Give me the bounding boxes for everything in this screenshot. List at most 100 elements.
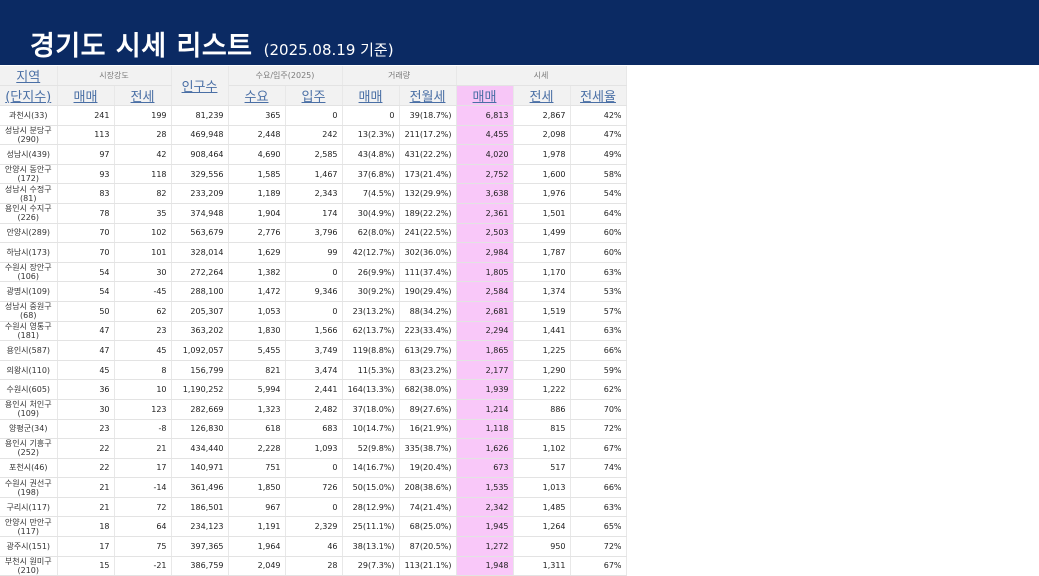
volume-sale-cell: 52(9.8%) bbox=[342, 438, 400, 459]
header-population[interactable]: 인구수 bbox=[171, 66, 229, 106]
table-row[interactable]: 성남시 중원구(68) 50 62 205,307 1,053 0 23(13.2%) 88(… bbox=[0, 301, 627, 322]
volume-sale-cell: 7(4.5%) bbox=[342, 183, 400, 204]
jeonse-ratio-cell: 57% bbox=[570, 301, 627, 322]
population-cell: 234,123 bbox=[171, 516, 229, 538]
table-row[interactable]: 하남시(173) 70 101 328,014 1,629 99 42(12.7%) 302(… bbox=[0, 242, 627, 263]
table-row[interactable]: 의왕시(110) 45 8 156,799 821 3,474 11(5.3%) 83(23.… bbox=[0, 360, 627, 381]
region-cell: 안양시(289) bbox=[0, 223, 58, 244]
price-jeonse-cell: 1,374 bbox=[513, 281, 571, 302]
table-row[interactable]: 용인시 수지구(226) 78 35 374,948 1,904 174 30(4.9%) 1… bbox=[0, 203, 627, 224]
price-jeonse-cell: 1,976 bbox=[513, 183, 571, 204]
table-row[interactable]: 성남시(439) 97 42 908,464 4,690 2,585 43(4.8%) 431… bbox=[0, 144, 627, 165]
volume-rent-cell: 190(29.4%) bbox=[399, 281, 457, 302]
jeonse-ratio-cell: 47% bbox=[570, 125, 627, 146]
price-jeonse-cell: 517 bbox=[513, 458, 571, 479]
market-jeonse-cell: 75 bbox=[114, 536, 172, 557]
volume-sale-cell: 37(6.8%) bbox=[342, 164, 400, 185]
population-cell: 233,209 bbox=[171, 183, 229, 204]
demand-cell: 1,830 bbox=[228, 321, 286, 342]
volume-rent-cell: 335(38.7%) bbox=[399, 438, 457, 459]
price-sale-cell: 2,984 bbox=[456, 242, 514, 263]
population-cell: 186,501 bbox=[171, 497, 229, 518]
table-row[interactable]: 안양시 만안구(117) 18 64 234,123 1,191 2,329 25(11.1… bbox=[0, 516, 627, 538]
table-row[interactable]: 양평군(34) 23 -8 126,830 618 683 10(14.7%) 16(21.9… bbox=[0, 419, 627, 440]
table-row[interactable]: 성남시 분당구(290) 113 28 469,948 2,448 242 13(2.3%)… bbox=[0, 125, 627, 146]
jeonse-ratio-cell: 63% bbox=[570, 321, 627, 342]
volume-sale-cell: 164(13.3%) bbox=[342, 379, 400, 400]
market-sale-cell: 83 bbox=[57, 183, 115, 204]
price-jeonse-cell: 1,441 bbox=[513, 321, 571, 342]
move-in-cell: 1,467 bbox=[285, 164, 343, 185]
region-cell: 과천시(33) bbox=[0, 105, 58, 126]
header-volume-sale[interactable]: 매매 bbox=[342, 85, 400, 106]
region-cell: 수원시 권선구(198) bbox=[0, 477, 58, 498]
population-cell: 469,948 bbox=[171, 125, 229, 146]
table-row[interactable]: 구리시(117) 21 72 186,501 967 0 28(12.9%) 74(21.4%… bbox=[0, 497, 627, 518]
header-market-jeonse[interactable]: 전세 bbox=[114, 85, 172, 106]
table-row[interactable]: 과천시(33) 241 199 81,239 365 0 0 39(18.7%) 6,813 2,… bbox=[0, 105, 627, 126]
region-cell: 양평군(34) bbox=[0, 419, 58, 440]
price-jeonse-cell: 1,170 bbox=[513, 262, 571, 283]
header-move-in[interactable]: 입주 bbox=[285, 85, 343, 106]
population-cell: 386,759 bbox=[171, 556, 229, 576]
demand-cell: 1,191 bbox=[228, 516, 286, 538]
volume-rent-cell: 189(22.2%) bbox=[399, 203, 457, 224]
table-row[interactable]: 용인시 처인구(109) 30 123 282,669 1,323 2,482 37(18.… bbox=[0, 399, 627, 420]
header-volume-rent[interactable]: 전월세 bbox=[399, 85, 457, 106]
jeonse-ratio-cell: 54% bbox=[570, 183, 627, 204]
table-row[interactable]: 성남시 수정구(81) 83 82 233,209 1,189 2,343 7(4.5%) 1… bbox=[0, 183, 627, 204]
volume-sale-cell: 119(8.8%) bbox=[342, 340, 400, 361]
volume-rent-cell: 111(37.4%) bbox=[399, 262, 457, 283]
header-jeonse-ratio[interactable]: 전세율 bbox=[570, 85, 627, 106]
demand-cell: 1,382 bbox=[228, 262, 286, 283]
table-row[interactable]: 용인시 기흥구(252) 22 21 434,440 2,228 1,093 52(9.8%… bbox=[0, 438, 627, 459]
table-row[interactable]: 수원시 장안구(106) 54 30 272,264 1,382 0 26(9.9%) 111… bbox=[0, 262, 627, 283]
table-row[interactable]: 수원시 권선구(198) 21 -14 361,496 1,850 726 50(15.0%… bbox=[0, 477, 627, 498]
header-price-jeonse[interactable]: 전세 bbox=[513, 85, 571, 106]
jeonse-ratio-cell: 63% bbox=[570, 497, 627, 518]
table-row[interactable]: 수원시 영통구(181) 47 23 363,202 1,830 1,566 62(13.7… bbox=[0, 321, 627, 342]
header-price: 시세 bbox=[456, 66, 627, 86]
population-cell: 1,190,252 bbox=[171, 379, 229, 400]
table-row[interactable]: 부천시 원미구(210) 15 -21 386,759 2,049 28 29(7.3%) 1… bbox=[0, 556, 627, 576]
table-row[interactable]: 수원시(605) 36 10 1,190,252 5,994 2,441 164(13.3%… bbox=[0, 379, 627, 400]
table-row[interactable]: 포천시(46) 22 17 140,971 751 0 14(16.7%) 19(20.4%)… bbox=[0, 458, 627, 479]
move-in-cell: 9,346 bbox=[285, 281, 343, 302]
move-in-cell: 2,329 bbox=[285, 516, 343, 538]
table-row[interactable]: 안양시(289) 70 102 563,679 2,776 3,796 62(8.0%) 24… bbox=[0, 223, 627, 244]
move-in-cell: 2,482 bbox=[285, 399, 343, 420]
table-row[interactable]: 광주시(151) 17 75 397,365 1,964 46 38(13.1%) 87(20… bbox=[0, 536, 627, 557]
price-sale-cell: 673 bbox=[456, 458, 514, 479]
header-price-sale[interactable]: 매매 bbox=[456, 85, 514, 106]
region-cell: 용인시(587) bbox=[0, 340, 58, 361]
move-in-cell: 0 bbox=[285, 262, 343, 283]
volume-sale-cell: 13(2.3%) bbox=[342, 125, 400, 146]
jeonse-ratio-cell: 59% bbox=[570, 360, 627, 381]
table-row[interactable]: 광명시(109) 54 -45 288,100 1,472 9,346 30(9.2%) 19… bbox=[0, 281, 627, 302]
volume-rent-cell: 39(18.7%) bbox=[399, 105, 457, 126]
market-sale-cell: 21 bbox=[57, 477, 115, 498]
demand-cell: 4,690 bbox=[228, 144, 286, 165]
table-row[interactable]: 안양시 동안구(172) 93 118 329,556 1,585 1,467 37(6.8… bbox=[0, 164, 627, 185]
header-demand[interactable]: 수요 bbox=[228, 85, 286, 106]
market-jeonse-cell: 35 bbox=[114, 203, 172, 224]
header-complex-count[interactable]: (단지수) bbox=[0, 85, 58, 106]
population-cell: 288,100 bbox=[171, 281, 229, 302]
price-sale-cell: 1,805 bbox=[456, 262, 514, 283]
price-sale-cell: 1,865 bbox=[456, 340, 514, 361]
table-row[interactable]: 용인시(587) 47 45 1,092,057 5,455 3,749 119(8.8%)… bbox=[0, 340, 627, 361]
header-region[interactable]: 지역 bbox=[0, 66, 58, 86]
population-cell: 328,014 bbox=[171, 242, 229, 263]
region-cell: 광주시(151) bbox=[0, 536, 58, 557]
price-jeonse-cell: 1,978 bbox=[513, 144, 571, 165]
jeonse-ratio-cell: 62% bbox=[570, 379, 627, 400]
volume-sale-cell: 42(12.7%) bbox=[342, 242, 400, 263]
region-cell: 광명시(109) bbox=[0, 281, 58, 302]
move-in-cell: 3,749 bbox=[285, 340, 343, 361]
header-market-sale[interactable]: 매매 bbox=[57, 85, 115, 106]
market-sale-cell: 113 bbox=[57, 125, 115, 146]
price-jeonse-cell: 1,102 bbox=[513, 438, 571, 459]
move-in-cell: 174 bbox=[285, 203, 343, 224]
population-cell: 563,679 bbox=[171, 223, 229, 244]
market-jeonse-cell: 199 bbox=[114, 105, 172, 126]
